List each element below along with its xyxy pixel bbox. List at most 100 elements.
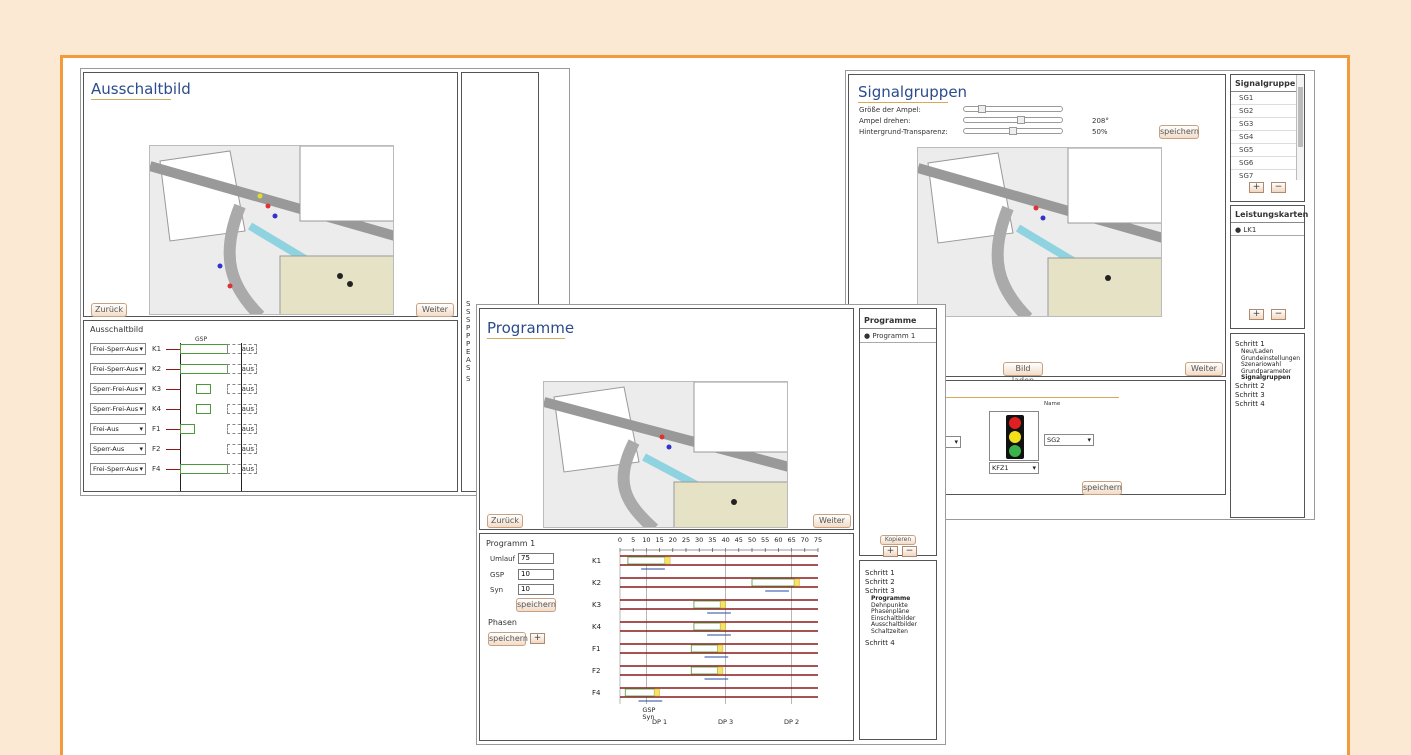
axis-tick-label: 30	[695, 536, 703, 544]
card-item[interactable]: ● LK1	[1235, 226, 1256, 234]
ausschaltbild-mode-select[interactable]: Frei-Sperr-Aus	[90, 463, 146, 475]
programme-back-button[interactable]: Zurück	[487, 514, 523, 528]
ausschaltbild-mode-select[interactable]: Sperr-Frei-Aus	[90, 383, 146, 395]
cards-title: Leistungskarten	[1235, 210, 1309, 219]
editor-save-button[interactable]: speichern	[1082, 481, 1122, 495]
axis-tick-label: 45	[735, 536, 743, 544]
yellow-phase	[793, 578, 800, 587]
copy-button[interactable]: Kopieren	[880, 535, 916, 545]
ausschaltbild-bar	[166, 369, 181, 370]
save-settings-button[interactable]: speichern	[1159, 125, 1199, 139]
add-phase-button[interactable]: +	[530, 633, 545, 644]
ausschaltbild-phase-box	[196, 404, 211, 414]
axis-tick-label: 25	[682, 536, 690, 544]
group-label: K3	[592, 601, 601, 609]
add-signal-group-button[interactable]: +	[1249, 182, 1264, 193]
yellow-phase	[717, 644, 724, 653]
programme-map-panel: Programme Zurück Weiter	[479, 308, 854, 530]
group-label: F2	[592, 667, 600, 675]
signal-group-item[interactable]: SG5	[1231, 144, 1299, 157]
next-button[interactable]: Weiter	[416, 303, 454, 317]
axis-tick-label: 5	[631, 536, 635, 544]
ausschaltbild-bar	[166, 449, 181, 450]
group-label: F1	[592, 645, 600, 653]
ausschaltbild-mode-select[interactable]: Frei-Sperr-Aus	[90, 343, 146, 355]
back-button[interactable]: Zurück	[91, 303, 127, 317]
vehicle-type-select[interactable]: KFZ1	[989, 462, 1039, 474]
program-editor-panel: Programm 1 Umlauf 75 GSP 10 Syn 10 speic…	[479, 533, 854, 741]
aus-indicator: aus	[227, 364, 257, 374]
axis-tick-label: 65	[787, 536, 795, 544]
signal-group-item[interactable]: SG4	[1231, 131, 1299, 144]
phasen-save-button[interactable]: speichern	[488, 632, 528, 646]
yellow-phase	[720, 600, 726, 609]
gsp-input[interactable]: 10	[518, 569, 554, 580]
ausschaltbild-group-label: F1	[152, 425, 161, 433]
intersection-map	[149, 145, 394, 315]
ausschaltbild-map-panel: Ausschaltbild Zurück Weiter	[83, 72, 458, 317]
green-phase	[624, 688, 655, 697]
signalgruppen-steps: Schritt 1 Neu/Laden Grundeinstellungen S…	[1230, 333, 1305, 518]
add-program-button[interactable]: +	[883, 546, 898, 557]
yellow-phase	[664, 556, 671, 565]
green-phase	[690, 644, 719, 653]
side-letters: S S S P P P E A S S	[466, 300, 471, 383]
signal-group-select[interactable]: SG2	[1044, 434, 1094, 446]
aus-indicator: aus	[227, 404, 257, 414]
transparency-slider[interactable]	[963, 127, 1063, 135]
timing-svg: 0 5 10 15 20 25 30 35 40 45 50 55 60 65 70 75 K1 K2 K3 K4 F1…	[592, 536, 822, 726]
ausschaltbild-mode-select[interactable]: Frei-Aus	[90, 423, 146, 435]
ausschaltbild-group-label: K3	[152, 385, 162, 393]
umlauf-input[interactable]: 75	[518, 553, 554, 564]
signalgruppen-next-button[interactable]: Weiter	[1185, 362, 1223, 376]
aus-indicator: aus	[227, 344, 257, 354]
signalgruppen-map	[917, 147, 1162, 317]
programme-steps: Schritt 1 Schritt 2 Schritt 3 Programme …	[859, 560, 937, 740]
programme-list-item[interactable]: ● Programm 1	[864, 332, 915, 340]
ausschaltbild-phase-box	[180, 464, 228, 474]
programme-next-button[interactable]: Weiter	[813, 514, 851, 528]
gsp-label: GSP	[195, 336, 208, 343]
step-2[interactable]: Schritt 2	[1235, 382, 1300, 391]
transparency-value: 50%	[1092, 128, 1108, 136]
axis-tick-label: 60	[774, 536, 782, 544]
remove-program-button[interactable]: −	[902, 546, 917, 557]
step-4[interactable]: Schritt 4	[1235, 400, 1300, 409]
ausschaltbild-phase-box	[180, 344, 228, 354]
dp-label: DP 1	[652, 718, 667, 726]
ausschaltbild-mode-select[interactable]: Frei-Sperr-Aus	[90, 363, 146, 375]
axis-tick-label: 20	[669, 536, 677, 544]
add-card-button[interactable]: +	[1249, 309, 1264, 320]
ausschaltbild-bar	[166, 429, 181, 430]
step-3[interactable]: Schritt 3	[1235, 391, 1300, 400]
ausschaltbild-mode-select[interactable]: Sperr-Aus	[90, 443, 146, 455]
phasen-label: Phasen	[488, 618, 517, 627]
group-label: K1	[592, 557, 601, 565]
ausschaltbild-bar	[166, 349, 181, 350]
axis-tick-label: 10	[642, 536, 650, 544]
aus-indicator: aus	[227, 464, 257, 474]
remove-signal-group-button[interactable]: −	[1271, 182, 1286, 193]
ausschaltbild-mode-select[interactable]: Sperr-Frei-Aus	[90, 403, 146, 415]
ausschaltbild-group-label: K1	[152, 345, 162, 353]
scrollbar[interactable]	[1296, 75, 1304, 180]
ausschaltbild-group-label: K2	[152, 365, 162, 373]
green-phase	[693, 600, 721, 609]
syn-input[interactable]: 10	[518, 584, 554, 595]
load-image-button[interactable]: Bild laden	[1003, 362, 1043, 385]
signal-group-item[interactable]: SG1	[1231, 92, 1299, 105]
program-save-button[interactable]: speichern	[516, 598, 556, 612]
signal-group-item[interactable]: SG3	[1231, 118, 1299, 131]
signal-group-item[interactable]: SG7	[1231, 170, 1299, 180]
signal-group-item[interactable]: SG6	[1231, 157, 1299, 170]
ausschaltbild-group-label: K4	[152, 405, 162, 413]
rotate-slider[interactable]	[963, 116, 1063, 124]
signal-group-item[interactable]: SG2	[1231, 105, 1299, 118]
ausschaltbild-bar	[166, 389, 181, 390]
signal-group-list-title: Signalgruppe	[1235, 79, 1296, 88]
size-slider[interactable]	[963, 105, 1063, 113]
green-phase	[751, 578, 795, 587]
ausschaltbild-group-label: F4	[152, 465, 161, 473]
remove-card-button[interactable]: −	[1271, 309, 1286, 320]
timing-diagram: 0 5 10 15 20 25 30 35 40 45 50 55 60 65 70 75 K1 K2 K3 K4 F1…	[590, 534, 850, 740]
